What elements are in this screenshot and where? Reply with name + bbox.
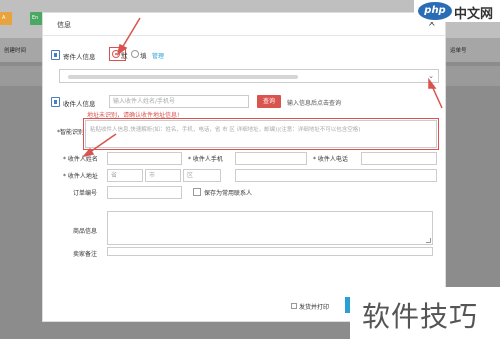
seller-remark-label: 卖家备注 [73, 251, 98, 258]
seller-remark-input[interactable] [107, 247, 433, 256]
receiver-mobile-input[interactable] [235, 152, 307, 165]
sender-option-default-radio[interactable] [112, 50, 120, 58]
city-select[interactable]: 市 [145, 169, 181, 182]
php-logo-circle: php [418, 2, 452, 20]
watermark-bottom-text: 软件技巧 [362, 300, 479, 333]
divider [43, 35, 445, 36]
save-contact-checkbox[interactable] [193, 188, 201, 196]
search-hint: 输入信息后点击查询 [287, 100, 342, 107]
save-contact-label: 保存为常用联系人 [204, 190, 253, 197]
receiver-search-input[interactable]: 输入收件人姓名/手机号 [109, 95, 249, 108]
sender-address-select[interactable]: ⌄ [59, 69, 439, 83]
background-button-green-label: En [32, 15, 39, 21]
receiver-phone-label: * 收件人电话 [313, 156, 348, 163]
dialog: 信息 × 寄件人信息 默 填 管理 ⌄ 收件人信息 输入收件人姓名/手机号 查询… [42, 12, 446, 322]
receiver-phone-input[interactable] [361, 152, 437, 165]
smart-recognize-label: *智能识别 [57, 129, 85, 136]
smart-recognize-textarea[interactable]: 粘贴收件人信息,快速解析(如：姓名，手机，电话，省 市 区 详细地址，邮编)|(… [85, 120, 437, 148]
goods-info-textarea[interactable] [107, 211, 433, 245]
php-cn-logo: php 中文网 [414, 0, 500, 22]
receiver-name-label: * 收件人姓名 [63, 156, 98, 163]
detail-address-input[interactable] [235, 169, 437, 182]
goods-info-label: 商品信息 [73, 228, 98, 235]
receiver-mobile-label: * 收件人手机 [188, 156, 223, 163]
order-number-label: 订单编号 [73, 190, 98, 197]
background-header-waybill: 运单号 [450, 48, 467, 54]
province-select[interactable]: 省 [107, 169, 143, 182]
print-after-ship-checkbox[interactable] [291, 303, 297, 309]
district-select[interactable]: 区 [183, 169, 221, 182]
order-number-input[interactable] [107, 186, 182, 199]
background-header-created: 创建时间 [4, 48, 27, 54]
search-button[interactable]: 查询 [257, 95, 281, 108]
receiver-info-icon [51, 97, 60, 107]
chevron-down-icon: ⌄ [428, 72, 434, 80]
receiver-address-label: * 收件人地址 [63, 173, 98, 180]
watermark-bottom: 软件技巧 [350, 287, 500, 339]
sender-info-icon [51, 50, 60, 60]
receiver-name-input[interactable] [107, 152, 182, 165]
php-logo-text: 中文网 [454, 7, 494, 22]
dialog-title: 信息 [57, 21, 71, 29]
receiver-section-label: 收件人信息 [63, 100, 96, 108]
resize-handle[interactable] [426, 238, 431, 243]
sender-option-fill-label: 填 [140, 52, 147, 60]
sender-option-default-label: 默 [121, 52, 128, 60]
background-button-orange-label: A [2, 15, 6, 21]
background-button-orange: A [0, 12, 12, 25]
smart-recognize-placeholder: 粘贴收件人信息,快速解析(如：姓名，手机，电话，省 市 区 详细地址，邮编)|(… [90, 127, 361, 133]
sender-manage-link[interactable]: 管理 [152, 51, 164, 60]
sender-section-label: 寄件人信息 [63, 53, 96, 61]
blurred-sender-address [68, 75, 298, 79]
print-after-ship-label: 发货并打印 [299, 304, 330, 311]
sender-option-fill-radio[interactable] [131, 50, 139, 58]
